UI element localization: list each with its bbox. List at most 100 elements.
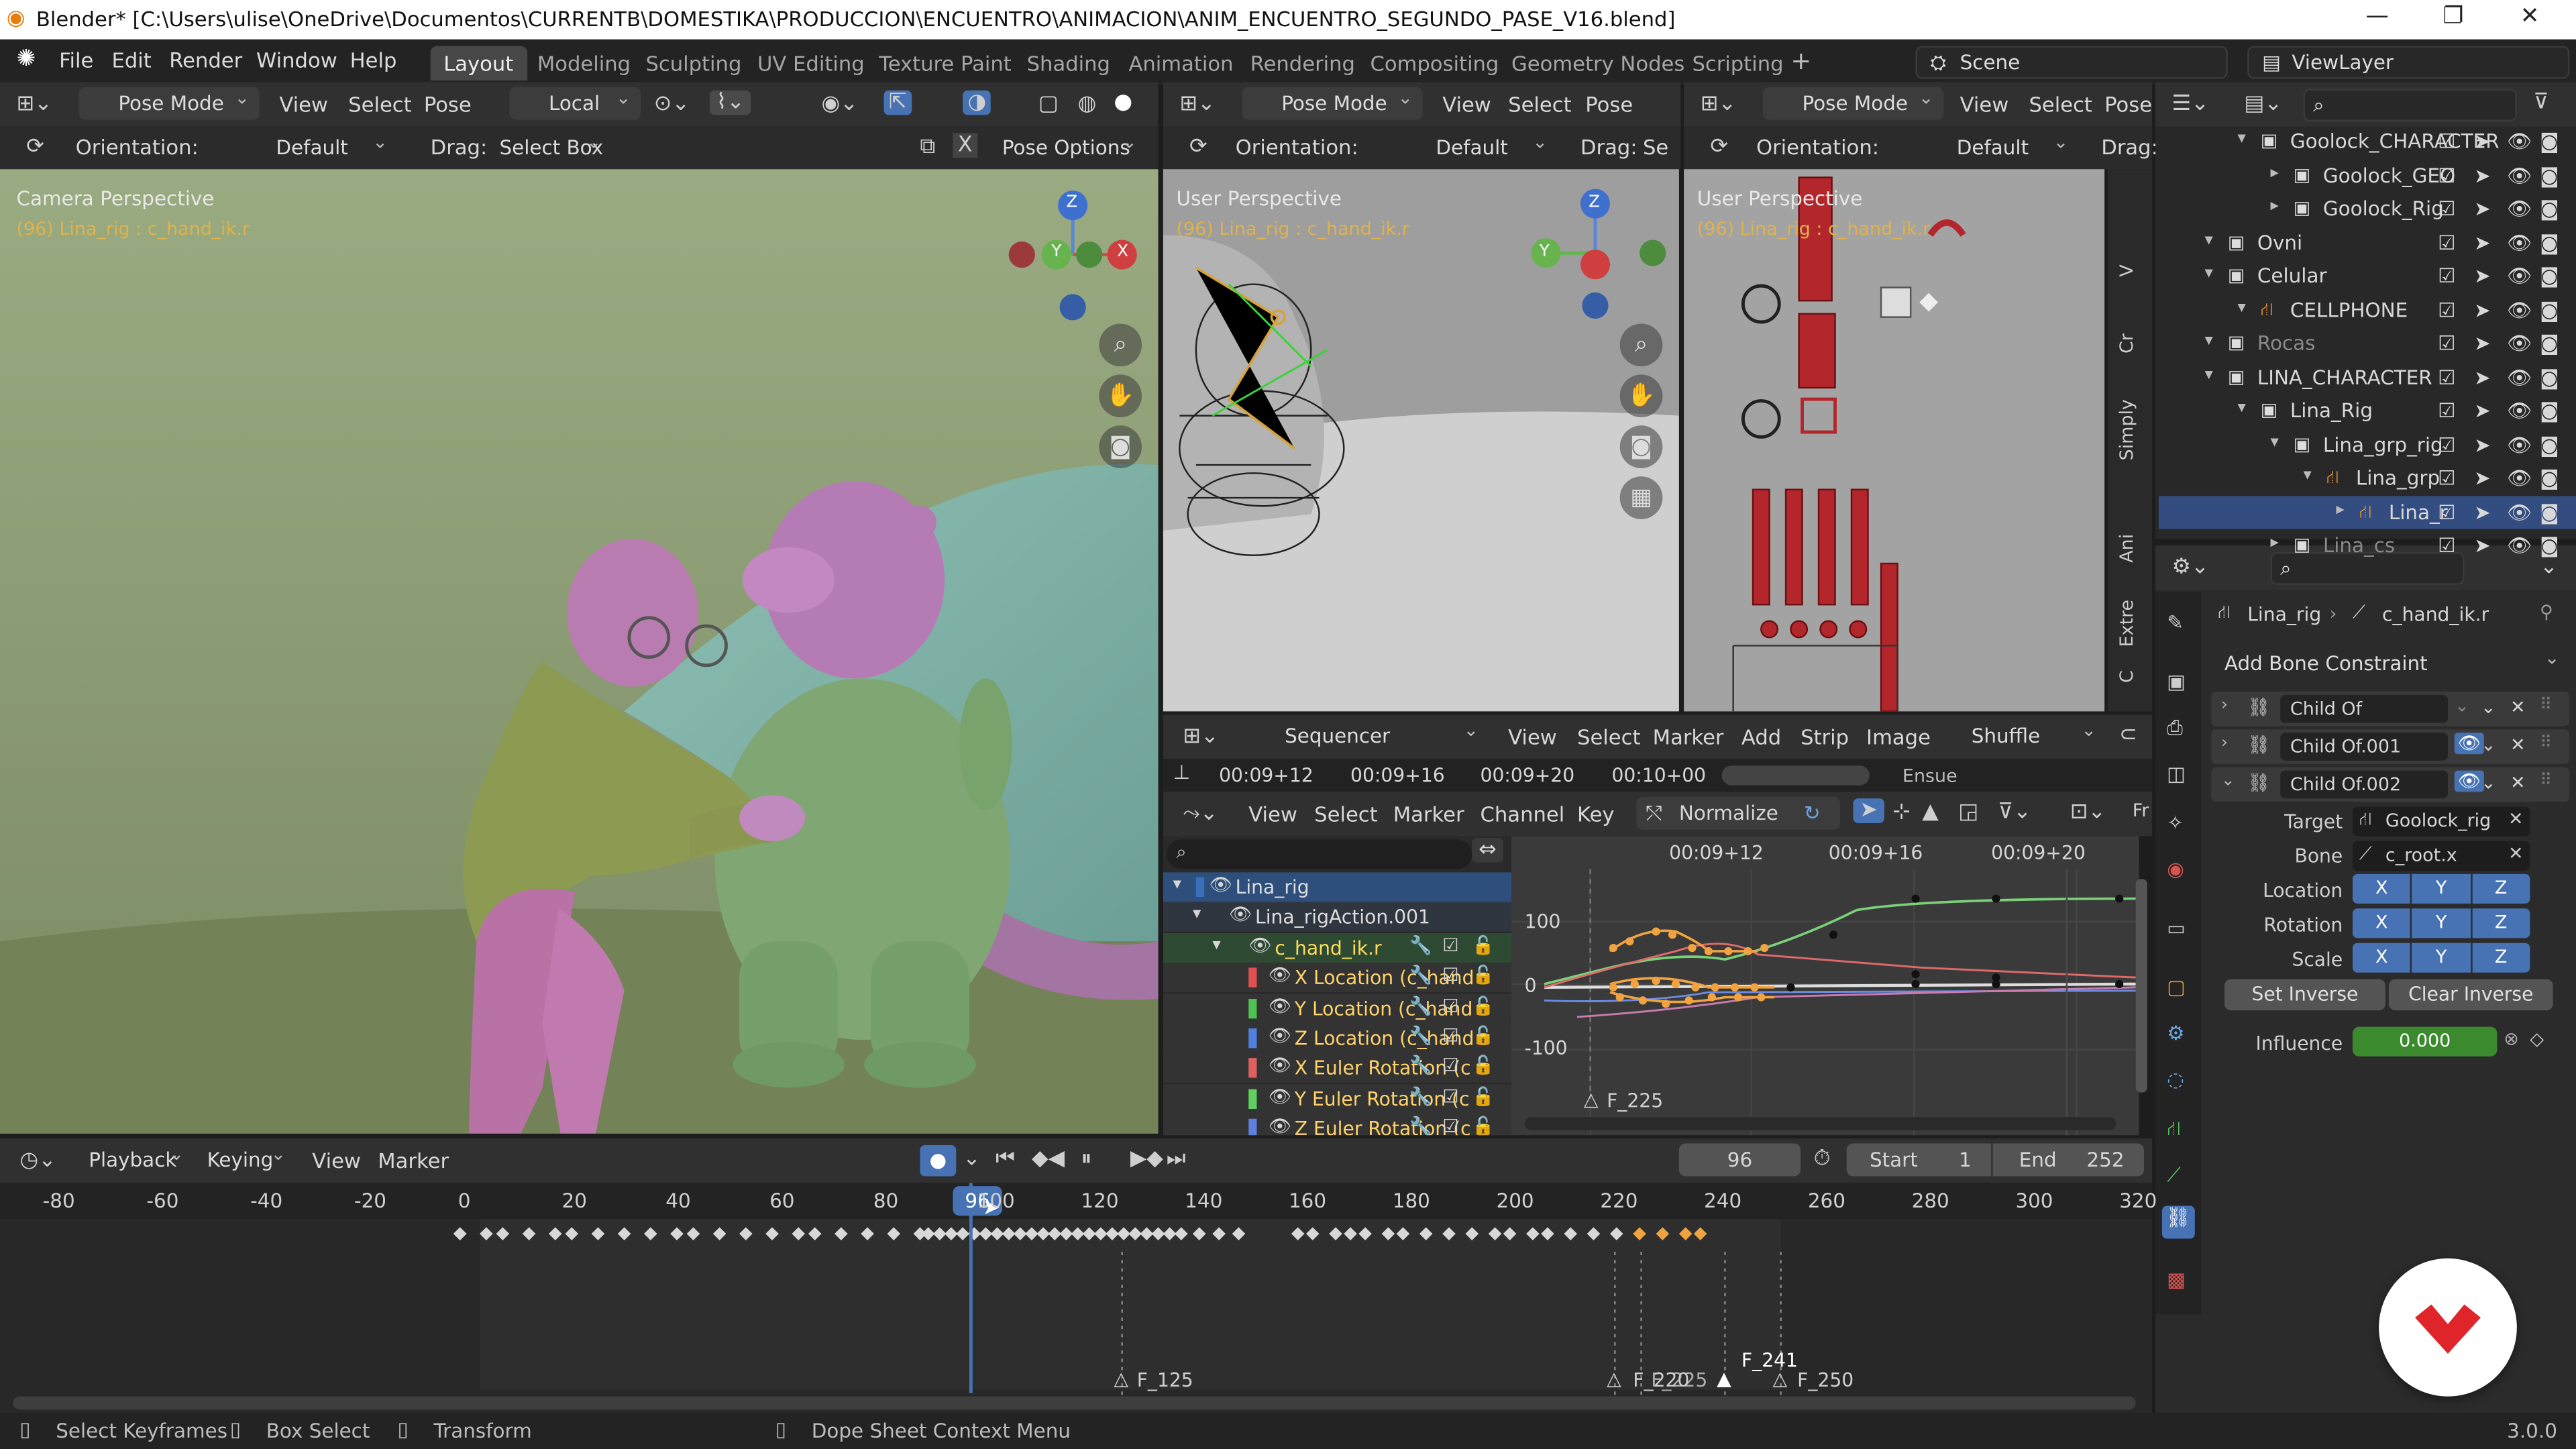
eye-icon[interactable]: 👁 [2507, 433, 2532, 455]
camera-icon[interactable]: ◙ [2540, 231, 2559, 254]
marker-f250[interactable]: F_250 [1797, 1368, 1854, 1391]
menu-strip[interactable]: Strip [1801, 724, 1849, 749]
tab-sculpting[interactable]: Sculpting [633, 46, 755, 80]
constraint-name-field[interactable]: Child Of [2280, 694, 2448, 723]
menu-marker[interactable]: Marker [1653, 724, 1724, 749]
timeline-area[interactable]: 96 ➤ △ F_125 △ F_220 F_225 ▲ F_241 △ F_2… [0, 1183, 2153, 1413]
outliner-row[interactable]: ▸ ▣ Goolock_Rig ☑ ➤ 👁 ◙ [2159, 193, 2576, 226]
tab-animation[interactable]: Animation [1116, 46, 1246, 80]
expand-arrow-icon[interactable]: ▾ [2270, 433, 2278, 451]
eye-icon[interactable]: 👁 [2507, 264, 2532, 287]
editor-type-icon[interactable]: ⤳⌄ [1183, 802, 1218, 826]
tab-geometry-nodes[interactable]: Geometry Nodes [1498, 46, 1697, 80]
menu-add[interactable]: Add [1741, 724, 1781, 749]
add-workspace-icon[interactable]: + [1790, 46, 1811, 76]
sidebar-tab-extre[interactable]: Extre [2116, 600, 2137, 647]
sidebar-tab-simply[interactable]: Simply [2116, 399, 2137, 460]
lock-icon[interactable]: 🔓 [1472, 1116, 1495, 1135]
armature-tab-icon[interactable]: ⛙ [2167, 1117, 2181, 1143]
menu-pose[interactable]: Pose [2104, 92, 2152, 117]
display-mode-icon[interactable]: ▤⌄ [2244, 92, 2282, 117]
constraint-delete-icon[interactable]: ✕ [2510, 696, 2526, 718]
menu-marker[interactable]: Marker [378, 1148, 449, 1173]
filter-icon[interactable]: ⊽⌄ [1998, 800, 2031, 825]
magnet-icon[interactable]: ⊂ [2119, 723, 2137, 748]
select-arrow-icon[interactable]: ➤ [2474, 129, 2491, 152]
lock-icon[interactable]: 🔓 [1472, 995, 1495, 1016]
scale-z-toggle[interactable]: Z [2471, 943, 2530, 973]
sequencer-type-dropdown[interactable]: Sequencer [1238, 714, 1489, 753]
viewport-main[interactable]: Camera Perspective (96) Lina_rig : c_han… [0, 169, 1159, 1134]
select-arrow-icon[interactable]: ➤ [2474, 399, 2491, 422]
pan-hand-icon[interactable]: ✋ [1099, 374, 1142, 418]
expand-arrow-icon[interactable]: ▸ [2336, 500, 2344, 519]
output-tab-icon[interactable]: ⎙ [2167, 716, 2183, 741]
cursor-icon[interactable]: ⊹ [1892, 800, 1911, 825]
menu-view[interactable]: View [312, 1148, 361, 1173]
modifier-wrench-icon[interactable]: 🔧 [1409, 1055, 1432, 1077]
tool-tab-icon[interactable]: ✎ [2167, 611, 2184, 634]
overlap-mode-dropdown[interactable]: Shuffle [1958, 714, 2106, 753]
channel-search-input[interactable]: ⌕ [1166, 839, 1472, 869]
render-tab-icon[interactable]: ▣ [2167, 670, 2186, 693]
next-keyframe-icon[interactable]: ▶◆ [1130, 1146, 1163, 1171]
menu-select[interactable]: Select [1577, 724, 1640, 749]
graph-vscrollbar[interactable] [2135, 879, 2147, 1093]
playback-dropdown[interactable]: Playback [75, 1138, 194, 1177]
checkbox-icon[interactable]: ☑ [1442, 995, 1458, 1016]
expand-arrow-icon[interactable]: ▾ [2205, 264, 2213, 282]
object-tab-icon[interactable]: ▢ [2167, 976, 2186, 999]
target-field[interactable]: ⛙ Goolock_rig ✕ [2352, 806, 2530, 837]
mode-dropdown[interactable]: Pose Mode [1762, 82, 1944, 120]
menu-file[interactable]: File [59, 48, 93, 72]
select-arrow-icon[interactable]: ➤ [2474, 500, 2491, 523]
editor-type-icon[interactable]: ⊞⌄ [1701, 92, 1736, 117]
editor-type-icon[interactable]: ⊞⌄ [1183, 724, 1218, 749]
eye-icon[interactable]: 👁 [1229, 904, 1252, 926]
select-arrow-icon[interactable]: ➤ [2474, 433, 2491, 455]
view-layer-selector[interactable]: ▤ ViewLayer [2247, 46, 2570, 79]
constraint-name-field[interactable]: Child Of.002 [2280, 770, 2448, 799]
swap-icon[interactable]: ⇔ [1472, 837, 1503, 863]
select-arrow-icon[interactable]: ➤ [2474, 467, 2491, 490]
expand-arrow-icon[interactable]: ▾ [2238, 298, 2246, 316]
eye-icon[interactable]: 👁 [1269, 1085, 1291, 1107]
modifier-wrench-icon[interactable]: 🔧 [1409, 1085, 1432, 1107]
snap-icon[interactable]: ⌇⌄ [709, 90, 751, 115]
eye-icon[interactable]: 👁 [2507, 500, 2532, 523]
seq-scrollbar[interactable] [1721, 765, 1870, 786]
auto-keying-record-icon[interactable]: ● [920, 1144, 957, 1177]
filter-icon[interactable]: ⊽ [2533, 91, 2548, 115]
menu-pose[interactable]: Pose [424, 92, 472, 117]
camera-view-icon[interactable]: ◙ [1099, 425, 1142, 468]
jump-start-icon[interactable]: ⏮ [996, 1146, 1015, 1171]
graph-channel-row[interactable]: 👁 Y Euler Rotation (c 🔧 ☑ 🔓 [1163, 1083, 1512, 1114]
tab-texture-paint[interactable]: Texture Paint [866, 46, 1025, 80]
rotation-x-toggle[interactable]: X [2352, 908, 2411, 938]
select-arrow-icon[interactable]: ➤ [2474, 534, 2491, 557]
eye-icon[interactable]: 👁 [1269, 1116, 1291, 1135]
expand-arrow-icon[interactable]: ▸ [2270, 164, 2278, 182]
checkbox-icon[interactable]: ☑ [2438, 433, 2455, 455]
expand-arrow-icon[interactable]: ▸ [2270, 197, 2278, 215]
eye-icon[interactable]: 👁 [1269, 1025, 1291, 1046]
checkbox-icon[interactable]: ☑ [2438, 298, 2455, 321]
checkbox-icon[interactable]: ☑ [2438, 366, 2455, 388]
outliner-row[interactable]: ▾ ⛙ Lina_grp ☑ ➤ 👁 ◙ [2159, 462, 2576, 495]
select-arrow-icon[interactable]: ➤ [2474, 231, 2491, 254]
tab-scripting[interactable]: Scripting [1679, 46, 1796, 80]
tab-rendering[interactable]: Rendering [1237, 46, 1368, 80]
visibility-icon[interactable]: ◉⌄ [821, 92, 857, 117]
menu-view[interactable]: View [1508, 724, 1557, 749]
orientation-dropdown[interactable]: Default [233, 127, 398, 164]
constraint-panel-header[interactable]: ⌄ ⛓ Child Of.002 👁 ⌄ ✕ ⠿ [2211, 767, 2570, 802]
eye-icon[interactable]: 👁 [1269, 965, 1291, 986]
expand-arrow-icon[interactable]: ▾ [1173, 875, 1181, 894]
gizmo-toggle-icon[interactable]: ⇱ [883, 90, 912, 115]
expand-arrow-icon[interactable]: ▾ [2205, 366, 2213, 384]
eye-icon[interactable]: 👁 [2507, 129, 2532, 152]
checkbox-icon[interactable]: ☑ [2438, 231, 2455, 254]
warning-icon[interactable]: ▲ [1922, 800, 1938, 825]
expand-arrow-icon[interactable]: ▾ [2303, 467, 2311, 485]
graph-channel-row[interactable]: 👁 Y Location (c_hand 🔧 ☑ 🔓 [1163, 993, 1512, 1023]
